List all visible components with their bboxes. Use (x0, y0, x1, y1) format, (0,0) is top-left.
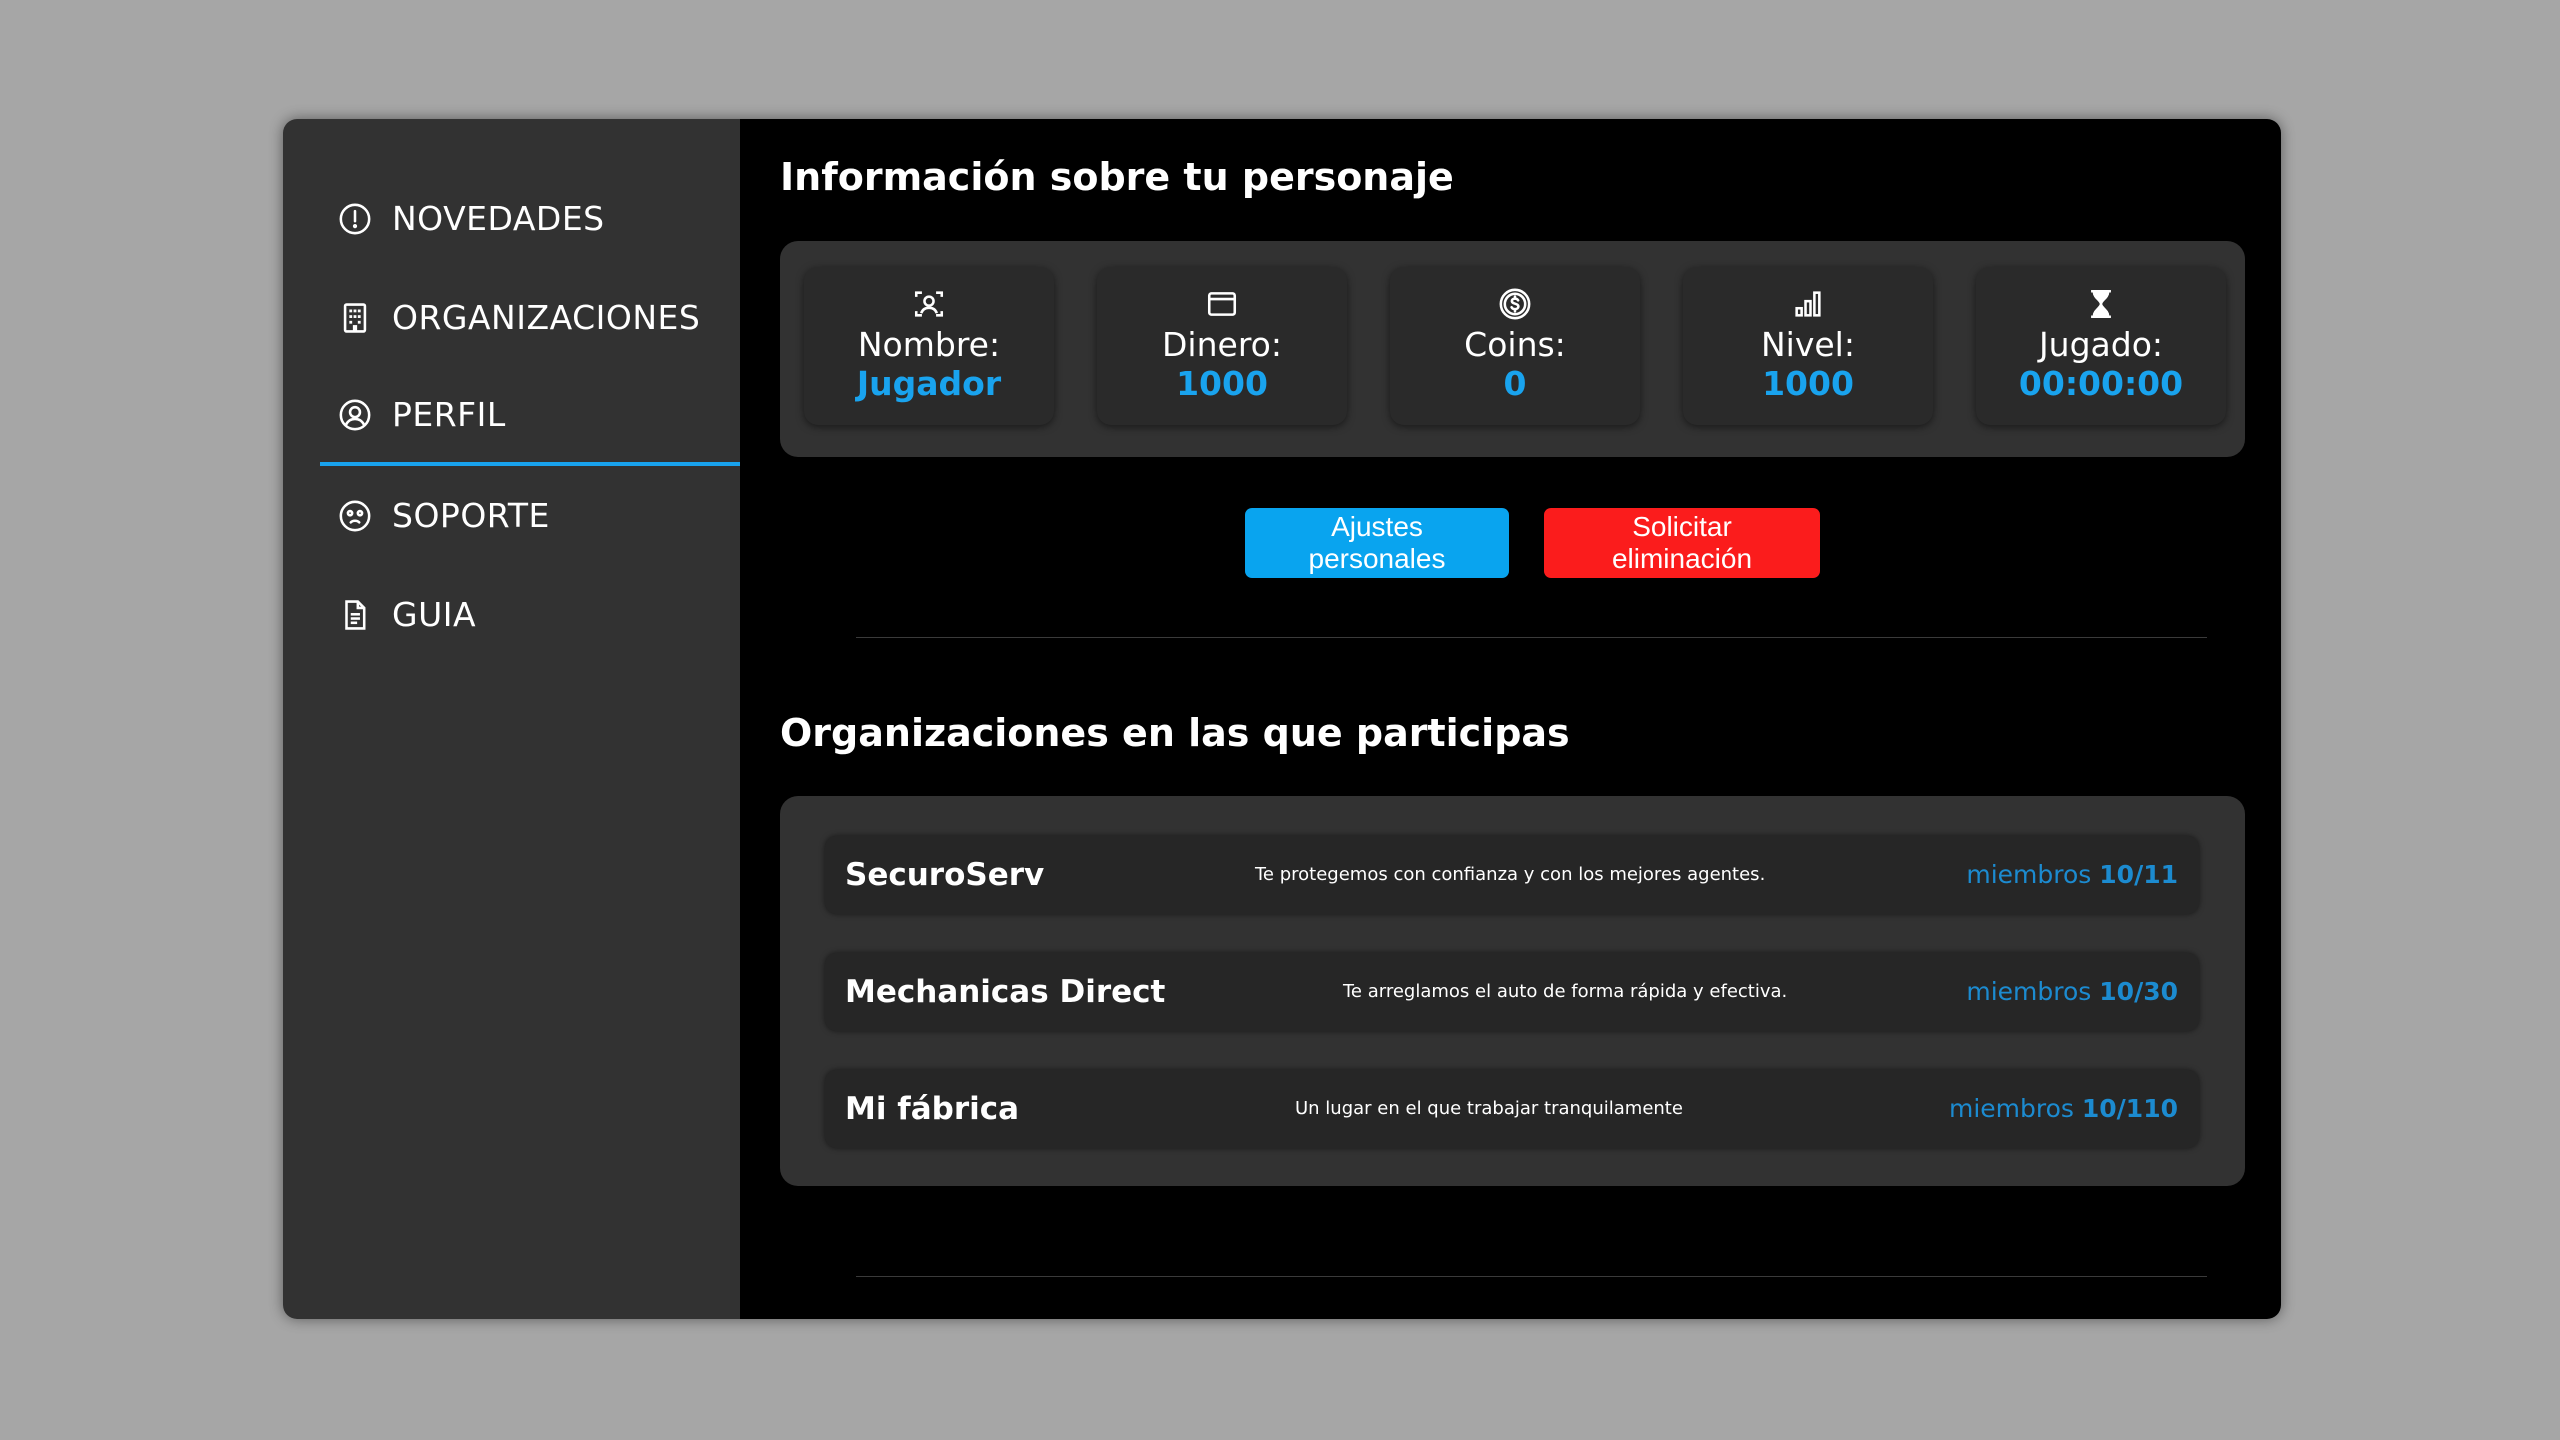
stat-card-nombre: Nombre: Jugador (804, 267, 1054, 425)
personal-settings-button[interactable]: Ajustes personales (1245, 508, 1509, 578)
character-stats-panel: Nombre: Jugador Dinero: 1000 Coins: 0 Ni… (780, 241, 2245, 457)
divider (856, 637, 2207, 638)
org-row-mechanicas-direct[interactable]: Mechanicas Direct Te arreglamos el auto … (825, 953, 2199, 1031)
organizations-panel: SecuroServ Te protegemos con confianza y… (780, 796, 2245, 1186)
stat-label: Jugado: (2038, 325, 2164, 364)
org-members: miembros 10/30 (1966, 977, 2178, 1006)
sidebar-item-novedades[interactable]: NOVEDADES (320, 169, 740, 268)
sidebar-item-perfil[interactable]: PERFIL (320, 367, 740, 466)
face-icon (337, 498, 373, 534)
organizations-title: Organizaciones en las que participas (780, 711, 1570, 755)
org-name: SecuroServ (845, 857, 1045, 893)
stat-label: Nivel: (1761, 325, 1855, 364)
stat-label: Coins: (1464, 325, 1566, 364)
signal-bars-icon (1683, 287, 1933, 323)
stat-value: 00:00:00 (2018, 364, 2184, 403)
coin-icon (1390, 287, 1640, 323)
sidebar-item-label: GUIA (392, 595, 477, 634)
org-row-mi-fabrica[interactable]: Mi fábrica Un lugar en el que trabajar t… (825, 1070, 2199, 1148)
sidebar-item-guia[interactable]: GUIA (320, 565, 740, 664)
document-icon (337, 597, 373, 633)
sidebar: NOVEDADES ORGANIZACIONES PERFIL SOPORTE … (283, 119, 740, 1319)
stat-card-jugado: Jugado: 00:00:00 (1976, 267, 2226, 425)
request-deletion-button[interactable]: Solicitar eliminación (1544, 508, 1820, 578)
app-window: NOVEDADES ORGANIZACIONES PERFIL SOPORTE … (283, 119, 2281, 1319)
org-name: Mi fábrica (845, 1091, 1020, 1127)
wallet-icon (1097, 287, 1347, 323)
org-members: miembros 10/11 (1966, 860, 2178, 889)
sidebar-item-label: PERFIL (392, 395, 506, 434)
sidebar-item-label: ORGANIZACIONES (392, 298, 701, 337)
org-members: miembros 10/110 (1948, 1094, 2178, 1123)
person-scan-icon (804, 287, 1054, 323)
org-description: Te protegemos con confianza y con los me… (1255, 864, 1766, 885)
stat-card-coins: Coins: 0 (1390, 267, 1640, 425)
sidebar-item-organizaciones[interactable]: ORGANIZACIONES (320, 268, 740, 367)
org-row-securoserv[interactable]: SecuroServ Te protegemos con confianza y… (825, 836, 2199, 914)
stat-card-dinero: Dinero: 1000 (1097, 267, 1347, 425)
stat-label: Nombre: (857, 325, 1001, 364)
exclamation-circle-icon (337, 201, 373, 237)
divider (856, 1276, 2207, 1277)
character-info-title: Información sobre tu personaje (780, 155, 1454, 199)
org-description: Un lugar en el que trabajar tranquilamen… (1295, 1098, 1683, 1119)
stat-label: Dinero: (1162, 325, 1282, 364)
hourglass-icon (1976, 287, 2226, 323)
sidebar-item-label: SOPORTE (392, 496, 550, 535)
sidebar-item-label: NOVEDADES (392, 199, 605, 238)
sidebar-item-soporte[interactable]: SOPORTE (320, 466, 740, 565)
stat-value: Jugador (856, 364, 1002, 403)
org-description: Te arreglamos el auto de forma rápida y … (1343, 981, 1788, 1002)
building-icon (337, 300, 373, 336)
main-content: Información sobre tu personaje Nombre: J… (740, 119, 2281, 1319)
stat-card-nivel: Nivel: 1000 (1683, 267, 1933, 425)
org-name: Mechanicas Direct (845, 974, 1166, 1010)
stat-value: 1000 (1176, 364, 1268, 403)
user-circle-icon (337, 397, 373, 433)
stat-value: 1000 (1762, 364, 1854, 403)
stat-value: 0 (1503, 364, 1527, 403)
